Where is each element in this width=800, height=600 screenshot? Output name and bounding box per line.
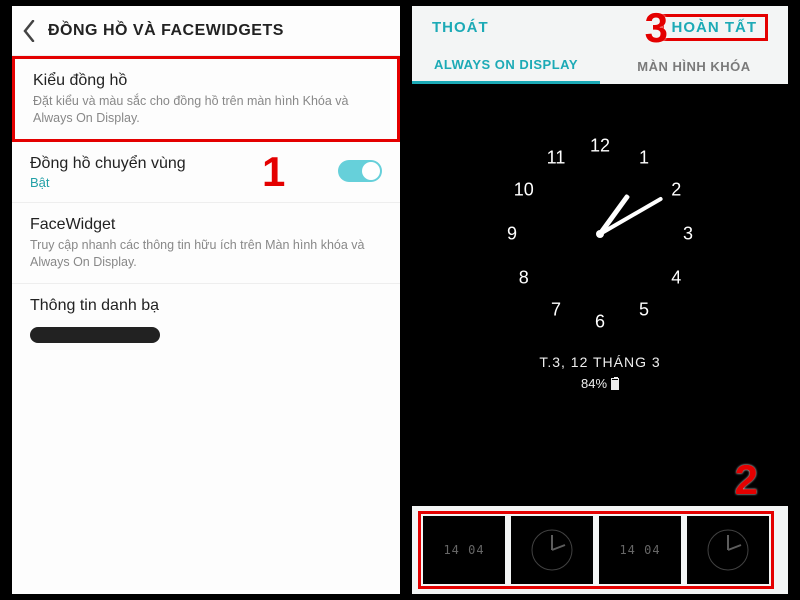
clock-numeral: 3 [683,224,693,245]
facewidget-label: FaceWidget [30,216,382,234]
clock-numeral: 9 [507,224,517,245]
row-contact-info[interactable]: Thông tin danh bạ [12,284,400,355]
style-picker: 14 04 14 04 [412,506,788,594]
row-clock-style[interactable]: Kiểu đồng hồ Đặt kiểu và màu sắc cho đồn… [12,56,400,142]
clock-numeral: 10 [514,180,534,201]
tab-lockscreen[interactable]: MÀN HÌNH KHÓA [600,48,788,84]
date-text: T.3, 12 THÁNG 3 [412,354,788,370]
step-marker-1: 1 [262,148,285,196]
battery-text: 84% [412,376,788,391]
clock-preview: 121234567891011 T.3, 12 THÁNG 3 84% [412,84,788,504]
row-roaming-clock[interactable]: Đồng hồ chuyển vùng Bật [12,142,400,203]
clock-numeral: 11 [547,147,566,168]
style-thumb-analog-2[interactable] [687,516,769,584]
style-picker-highlight: 14 04 14 04 [418,511,774,589]
step-marker-3: 3 [645,4,668,52]
clock-numeral: 1 [639,147,649,168]
facewidget-desc: Truy cập nhanh các thông tin hữu ích trê… [30,237,382,271]
roaming-toggle[interactable] [338,160,382,182]
clock-pivot [596,230,604,238]
redacted-bar [30,327,160,343]
done-button[interactable]: HOÀN TẤT [661,14,769,41]
step-marker-2: 2 [735,456,758,504]
header: ĐỒNG HỒ VÀ FACEWIDGETS [12,6,400,56]
back-icon[interactable] [22,20,36,42]
clock-numeral: 6 [595,312,605,333]
tab-aod[interactable]: ALWAYS ON DISPLAY [412,48,600,84]
row-facewidget[interactable]: FaceWidget Truy cập nhanh các thông tin … [12,203,400,284]
battery-icon [611,378,619,390]
battery-percent: 84% [581,376,607,391]
contact-label: Thông tin danh bạ [30,297,382,315]
clock-numeral: 2 [671,180,681,201]
roaming-label: Đồng hồ chuyển vùng [30,155,382,173]
screenshot-divider [402,0,408,600]
clock-numeral: 5 [639,300,649,321]
clock-numeral: 7 [551,300,561,321]
clock-numeral: 8 [519,268,529,289]
analog-clock: 121234567891011 [500,134,700,334]
style-thumb-analog-1[interactable] [511,516,593,584]
tab-bar: ALWAYS ON DISPLAY MÀN HÌNH KHÓA [412,48,788,84]
roaming-state: Bật [30,175,382,190]
clock-numeral: 4 [671,268,681,289]
style-thumb-digital-1[interactable]: 14 04 [423,516,505,584]
style-thumb-digital-2[interactable]: 14 04 [599,516,681,584]
clock-numeral: 12 [590,136,610,157]
clock-style-screen: THOÁT HOÀN TẤT ALWAYS ON DISPLAY MÀN HÌN… [412,6,788,594]
settings-screen: ĐỒNG HỒ VÀ FACEWIDGETS Kiểu đồng hồ Đặt … [12,6,400,594]
action-bar: THOÁT HOÀN TẤT [412,6,788,48]
clock-style-label: Kiểu đồng hồ [33,72,379,90]
clock-style-desc: Đặt kiểu và màu sắc cho đồng hồ trên màn… [33,93,379,127]
page-title: ĐỒNG HỒ VÀ FACEWIDGETS [48,22,284,40]
cancel-button[interactable]: THOÁT [432,19,489,36]
